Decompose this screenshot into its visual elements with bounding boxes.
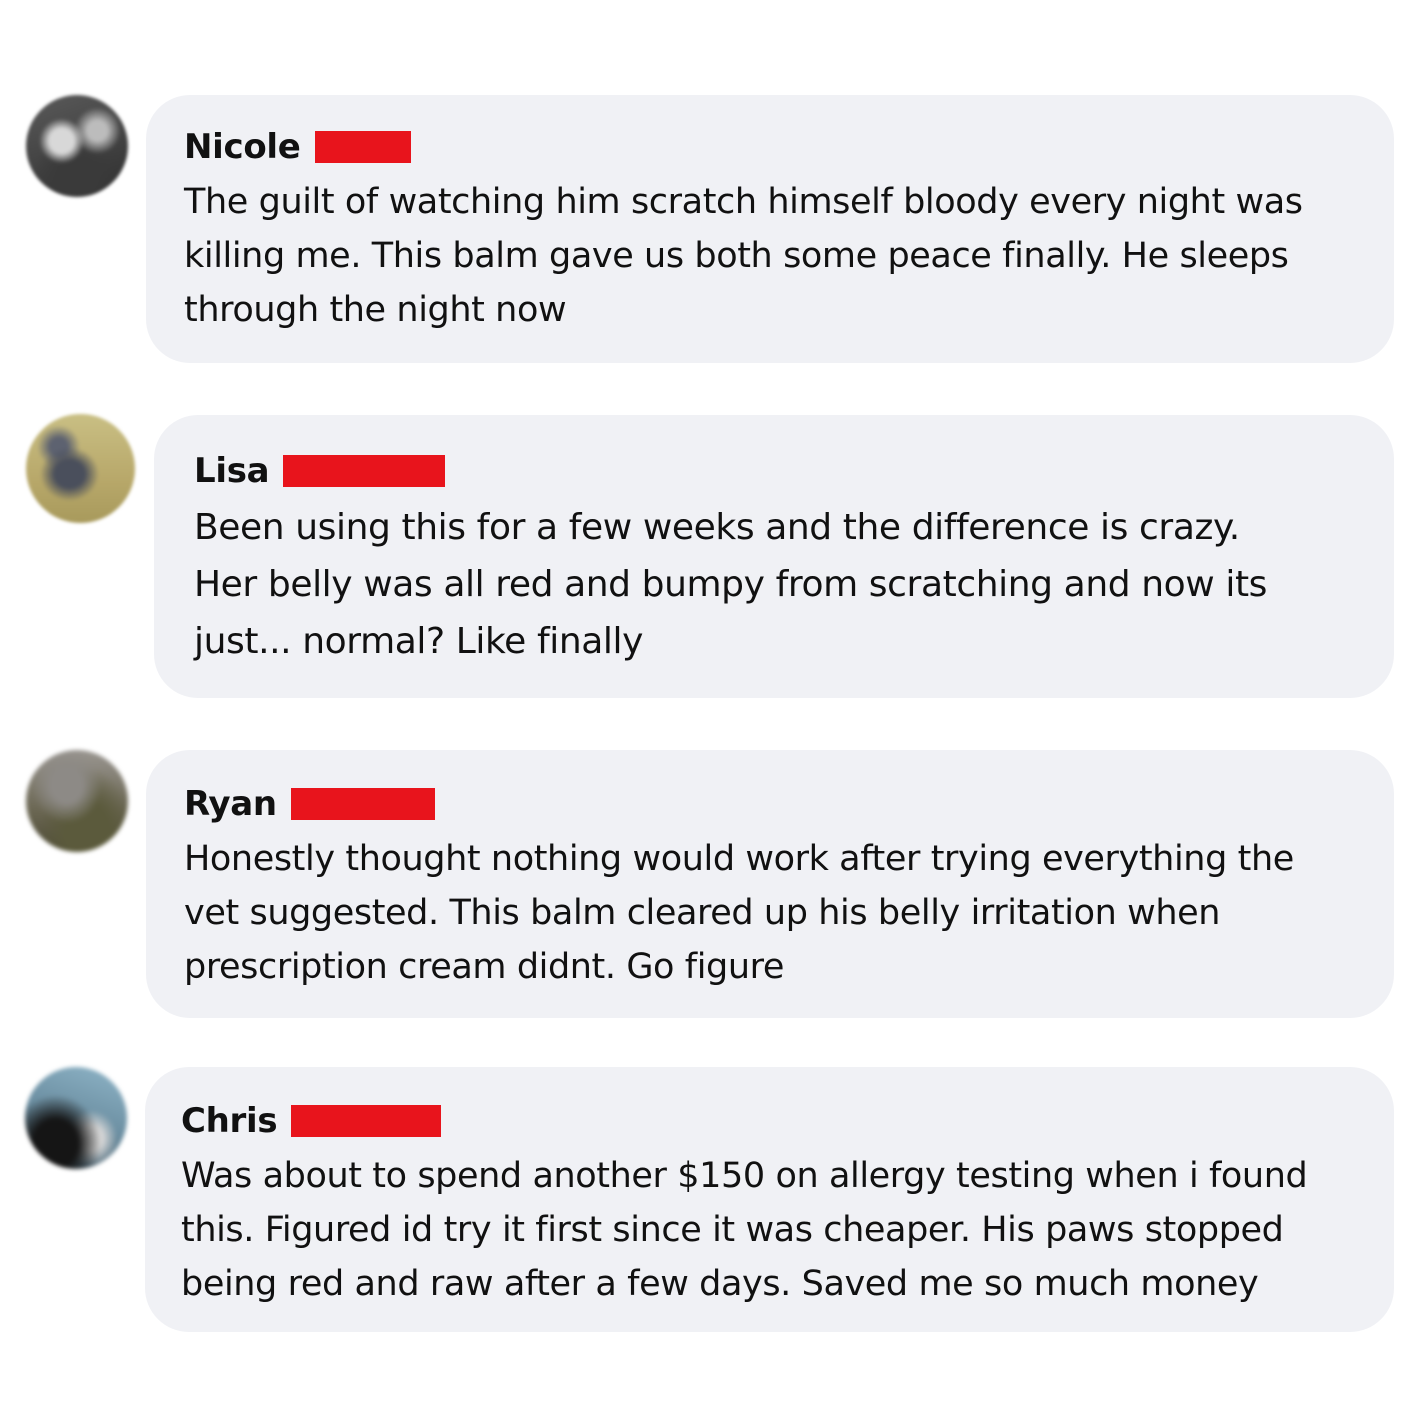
comment-line: vet suggested. This balm cleared up his … — [184, 893, 1221, 933]
avatar[interactable] — [26, 414, 135, 523]
comment-line: prescription cream didnt. Go figure — [184, 947, 784, 987]
comment-bubble: Lisa Been using this for a few weeks and… — [154, 415, 1394, 698]
comment-line: being red and raw after a few days. Save… — [181, 1264, 1259, 1304]
comment-line: Been using this for a few weeks and the … — [194, 507, 1240, 548]
comment-text: Was about to spend another $150 on aller… — [181, 1149, 1394, 1311]
comment-header: Lisa — [194, 447, 1394, 495]
comment-line: killing me. This balm gave us both some … — [184, 236, 1289, 276]
commenter-name[interactable]: Nicole — [184, 123, 301, 171]
avatar[interactable] — [26, 750, 128, 852]
comment-bubble: Chris Was about to spend another $150 on… — [145, 1067, 1394, 1332]
comment-text: Been using this for a few weeks and the … — [194, 499, 1394, 670]
commenter-name[interactable]: Chris — [181, 1097, 278, 1145]
redaction-bar — [291, 1105, 442, 1137]
redaction-bar — [290, 788, 435, 820]
comment-bubble: Ryan Honestly thought nothing would work… — [146, 750, 1394, 1018]
comment-line: The guilt of watching him scratch himsel… — [184, 182, 1303, 222]
comment-text: The guilt of watching him scratch himsel… — [184, 175, 1394, 337]
comment-text: Honestly thought nothing would work afte… — [184, 832, 1394, 994]
redaction-bar — [314, 131, 411, 163]
redaction-bar — [283, 455, 446, 487]
avatar[interactable] — [25, 1067, 127, 1169]
comment-header: Ryan — [184, 780, 1394, 828]
comment-bubble: Nicole The guilt of watching him scratch… — [146, 95, 1394, 363]
comment-line: Honestly thought nothing would work afte… — [184, 839, 1294, 879]
comment-line: just... normal? Like finally — [194, 621, 644, 662]
comment-line: through the night now — [184, 290, 567, 330]
comment-header: Chris — [181, 1097, 1394, 1145]
avatar[interactable] — [26, 95, 128, 197]
comment-line: Her belly was all red and bumpy from scr… — [194, 564, 1268, 605]
commenter-name[interactable]: Lisa — [194, 447, 270, 495]
comment-line: this. Figured id try it first since it w… — [181, 1210, 1284, 1250]
comment-line: Was about to spend another $150 on aller… — [181, 1156, 1308, 1196]
commenter-name[interactable]: Ryan — [184, 780, 277, 828]
comment-header: Nicole — [184, 123, 1394, 171]
